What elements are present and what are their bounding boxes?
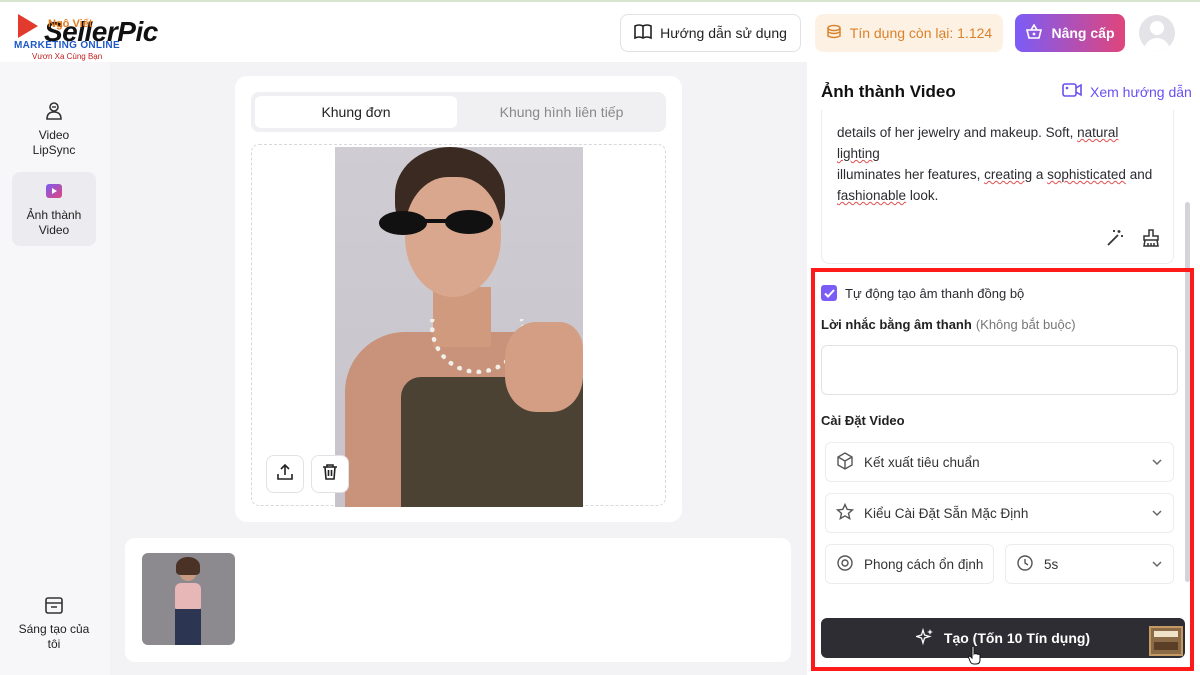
upload-button[interactable] — [266, 455, 304, 493]
prompt-segment: creating — [984, 167, 1033, 182]
sellerpic-logo[interactable]: SellerPic Ngô Viết MARKETING ONLINE Vươn… — [12, 12, 172, 61]
lipsync-icon — [43, 100, 65, 122]
upgrade-button[interactable]: Nâng cấp — [1015, 14, 1125, 52]
left-sidebar: Video LipSync Ảnh thành Video Sáng tạo c… — [0, 62, 110, 675]
view-guide-link[interactable]: Xem hướng dẫn — [1062, 82, 1192, 101]
panel-title: Ảnh thành Video — [821, 82, 956, 101]
prompt-segment: illuminates her features, — [837, 167, 985, 182]
tab-sequential-frames[interactable]: Khung hình liên tiếp — [461, 96, 662, 128]
prompt-segment: and — [1125, 167, 1153, 182]
basket-icon — [1025, 22, 1043, 43]
image-to-video-icon — [43, 180, 65, 202]
sidebar-item-image-to-video[interactable]: Ảnh thành Video — [12, 172, 96, 246]
sidebar-item-video-lipsync[interactable]: Video LipSync — [12, 92, 96, 166]
prompt-segment: a — [1032, 167, 1048, 182]
play-logo-icon — [18, 14, 38, 38]
image-dropzone[interactable] — [251, 144, 666, 507]
sidebar-item-label: Video LipSync — [32, 128, 76, 157]
image-preview-card: Khung đơn Khung hình liên tiếp — [235, 76, 682, 522]
prompt-tools — [1105, 228, 1161, 253]
top-header: SellerPic Ngô Viết MARKETING ONLINE Vươn… — [0, 0, 1200, 62]
tab-single-frame[interactable]: Khung đơn — [255, 96, 457, 128]
coins-icon — [826, 24, 842, 43]
video-guide-icon — [1062, 82, 1082, 101]
thumbnail-strip — [125, 538, 791, 662]
sidebar-item-label: Sáng tạo của tôi — [18, 622, 90, 651]
thumbnail-image[interactable] — [142, 553, 235, 645]
frame-mode-tabs: Khung đơn Khung hình liên tiếp — [251, 92, 666, 132]
upload-icon — [276, 463, 294, 486]
uploaded-photo — [335, 147, 583, 507]
prompt-textarea[interactable]: details of her jewelry and makeup. Soft,… — [821, 110, 1174, 264]
prompt-segment: sophisticated — [1047, 167, 1126, 182]
prompt-segment: look. — [906, 188, 939, 203]
upgrade-label: Nâng cấp — [1051, 25, 1115, 41]
red-highlight-box — [811, 268, 1194, 671]
trash-icon — [321, 463, 339, 486]
logo-overlay-text: Ngô Viết — [48, 18, 93, 30]
delete-button[interactable] — [311, 455, 349, 493]
clear-brush-icon[interactable] — [1141, 228, 1161, 253]
creations-icon — [43, 594, 65, 616]
user-guide-button[interactable]: Hướng dẫn sử dụng — [620, 14, 801, 52]
prompt-segment: details of her jewelry and makeup. Soft, — [837, 125, 1078, 140]
sidebar-item-my-creations[interactable]: Sáng tạo của tôi — [12, 586, 96, 660]
user-avatar[interactable] — [1139, 15, 1175, 51]
logo-watermark-line1: MARKETING ONLINE — [14, 40, 120, 51]
user-guide-label: Hướng dẫn sử dụng — [660, 25, 787, 41]
magic-wand-icon[interactable] — [1105, 228, 1125, 253]
logo-watermark-line2: Vươn Xa Cùng Bạn — [32, 52, 103, 61]
credit-balance-label: Tín dụng còn lại: 1.124 — [849, 25, 993, 41]
prompt-segment: fashionable — [837, 188, 907, 203]
sidebar-item-label: Ảnh thành Video — [26, 208, 82, 237]
credit-balance-button[interactable]: Tín dụng còn lại: 1.124 — [815, 14, 1003, 52]
prompt-text: details of her jewelry and makeup. Soft,… — [837, 122, 1162, 206]
book-icon — [634, 23, 652, 43]
view-guide-label: Xem hướng dẫn — [1090, 83, 1192, 100]
